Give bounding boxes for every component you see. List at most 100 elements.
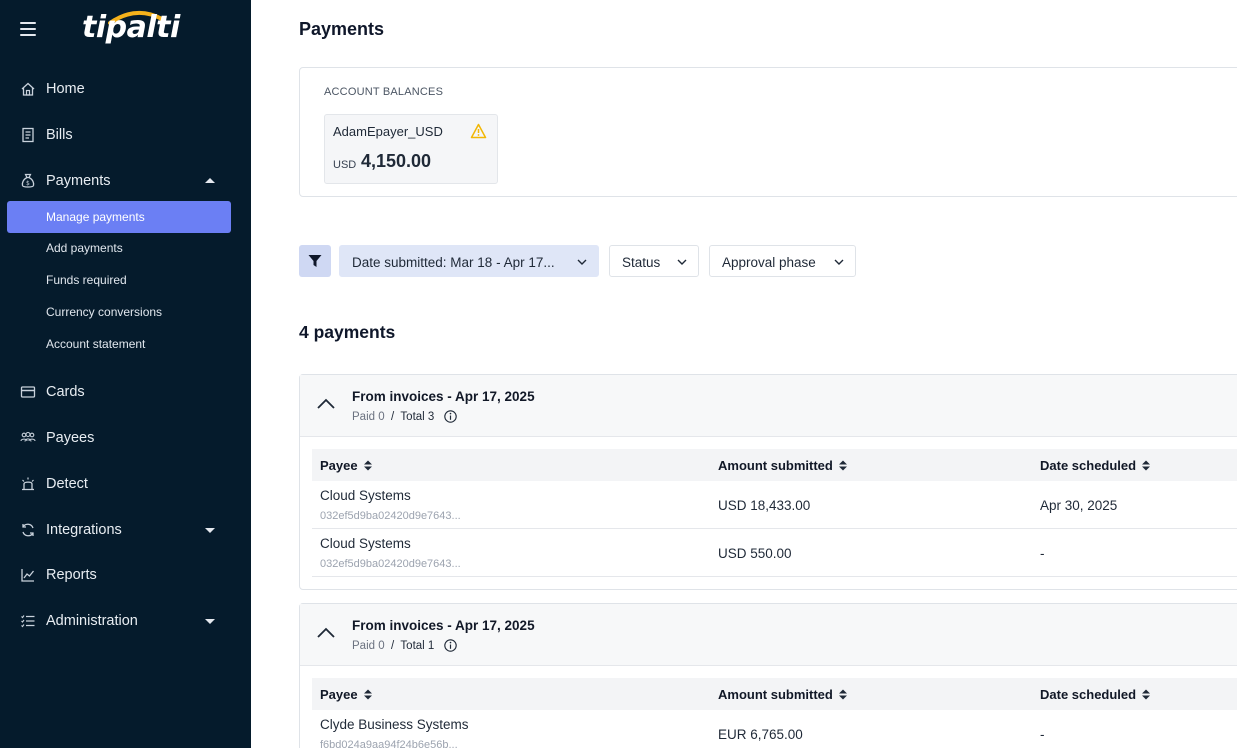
nav-payments[interactable]: $ Payments: [0, 163, 251, 199]
nav-home-label: Home: [46, 81, 85, 97]
paid-count: 0: [378, 640, 385, 652]
table-row[interactable]: Clyde Business Systems f6bd024a9aa94f24b…: [312, 710, 1237, 748]
total-count: 1: [427, 640, 435, 652]
sidebar: tipalti Home Bills $ Payments Manage pay…: [0, 0, 251, 748]
amount-submitted: USD 18,433.00: [718, 498, 811, 513]
payee-id: 032ef5d9ba02420d9e7643...: [320, 558, 461, 570]
caret-up-icon: [205, 178, 215, 183]
table-row[interactable]: Cloud Systems 032ef5d9ba02420d9e7643... …: [312, 529, 1237, 577]
payment-group: From invoices - Apr 17, 2025 Paid 0 / To…: [299, 374, 1237, 590]
nav-reports-label: Reports: [46, 567, 97, 583]
subnav-funds-required[interactable]: Funds required: [46, 273, 127, 287]
separator: /: [391, 411, 395, 423]
sort-icon: [363, 689, 372, 700]
date-submitted-filter[interactable]: Date submitted: Mar 18 - Apr 17...: [339, 245, 599, 277]
caret-down-icon: [205, 619, 215, 624]
chevron-up-icon[interactable]: [316, 626, 336, 640]
payment-group-header: From invoices - Apr 17, 2025 Paid 0 / To…: [300, 375, 1237, 437]
col-amount-submitted[interactable]: Amount submitted: [718, 458, 847, 473]
filter-icon: [308, 255, 322, 267]
nav-administration-label: Administration: [46, 613, 138, 629]
hamburger-menu-icon[interactable]: [20, 22, 36, 36]
account-name: AdamEpayer_USD: [333, 124, 443, 139]
nav-integrations-label: Integrations: [46, 522, 122, 538]
nav-payments-label: Payments: [46, 173, 111, 189]
amount-submitted: EUR 6,765.00: [718, 727, 803, 742]
approval-phase-filter-label: Approval phase: [722, 255, 816, 270]
total-count: 3: [427, 411, 435, 423]
group-summary: Paid 0 / Total 3: [352, 410, 457, 423]
status-filter-label: Status: [622, 255, 661, 270]
col-payee[interactable]: Payee: [320, 687, 372, 702]
filter-button[interactable]: [299, 245, 331, 277]
page-title: Payments: [299, 19, 385, 39]
group-title: From invoices - Apr 17, 2025: [352, 389, 535, 404]
date-scheduled: Apr 30, 2025: [1040, 498, 1118, 513]
chevron-down-icon: [834, 259, 844, 265]
sort-icon: [1142, 460, 1151, 471]
date-submitted-filter-label: Date submitted: Mar 18 - Apr 17...: [352, 255, 555, 270]
nav-administration[interactable]: Administration: [0, 603, 251, 639]
card-icon: [20, 386, 36, 398]
chevron-down-icon: [677, 259, 687, 265]
payee-name[interactable]: Clyde Business Systems: [320, 717, 469, 732]
paid-label: Paid: [352, 640, 376, 652]
paid-label: Paid: [352, 411, 376, 423]
tipalti-logo[interactable]: tipalti: [82, 10, 180, 45]
col-payee[interactable]: Payee: [320, 458, 372, 473]
col-date-scheduled[interactable]: Date scheduled: [1040, 458, 1151, 473]
subnav-account-statement[interactable]: Account statement: [46, 337, 145, 351]
payment-group: From invoices - Apr 17, 2025 Paid 0 / To…: [299, 603, 1237, 748]
col-date-scheduled[interactable]: Date scheduled: [1040, 687, 1151, 702]
account-balances-heading: ACCOUNT BALANCES: [324, 86, 444, 98]
subnav-currency-conversions[interactable]: Currency conversions: [46, 305, 162, 319]
group-title: From invoices - Apr 17, 2025: [352, 618, 535, 633]
chevron-up-icon[interactable]: [316, 397, 336, 411]
nav-payees[interactable]: Payees: [0, 420, 251, 456]
nav-bills[interactable]: Bills: [0, 117, 251, 153]
payee-name[interactable]: Cloud Systems: [320, 488, 411, 503]
nav-detect[interactable]: Detect: [0, 466, 251, 502]
nav-bills-label: Bills: [46, 127, 73, 143]
table-header: Payee Amount submitted Date scheduled: [312, 449, 1237, 481]
separator: /: [391, 640, 395, 652]
balance-currency: USD: [333, 159, 357, 171]
people-icon: [20, 431, 36, 442]
sort-icon: [838, 460, 847, 471]
table-header: Payee Amount submitted Date scheduled: [312, 678, 1237, 710]
warning-icon[interactable]: [470, 123, 487, 139]
payee-id: 032ef5d9ba02420d9e7643...: [320, 510, 461, 522]
paid-count: 0: [378, 411, 385, 423]
account-balance-tile[interactable]: AdamEpayer_USD USD 4,150.00: [324, 114, 498, 184]
status-filter[interactable]: Status: [609, 245, 699, 277]
sync-icon: [22, 523, 34, 537]
table-row[interactable]: Cloud Systems 032ef5d9ba02420d9e7643... …: [312, 481, 1237, 529]
date-scheduled: -: [1040, 727, 1045, 742]
payee-id: f6bd024a9aa94f24b6e56b...: [320, 739, 458, 748]
subnav-manage-payments[interactable]: Manage payments: [7, 201, 231, 233]
subnav-add-payments[interactable]: Add payments: [46, 241, 123, 255]
payee-name[interactable]: Cloud Systems: [320, 536, 411, 551]
chevron-down-icon: [577, 259, 587, 265]
account-balances-card: ACCOUNT BALANCES AdamEpayer_USD USD 4,15…: [299, 67, 1237, 197]
caret-down-icon: [205, 528, 215, 533]
nav-integrations[interactable]: Integrations: [0, 512, 251, 548]
col-amount-submitted[interactable]: Amount submitted: [718, 687, 847, 702]
nav-home[interactable]: Home: [0, 71, 251, 107]
money-bag-icon: $: [21, 173, 35, 188]
nav-detect-label: Detect: [46, 476, 88, 492]
sort-icon: [363, 460, 372, 471]
svg-text:$: $: [26, 180, 30, 187]
nav-cards-label: Cards: [46, 384, 85, 400]
total-label: Total: [400, 640, 425, 652]
main-content: Payments ACCOUNT BALANCES AdamEpayer_USD…: [251, 0, 1237, 748]
nav-reports[interactable]: Reports: [0, 557, 251, 593]
info-icon[interactable]: [443, 639, 457, 652]
subnav-manage-payments-label: Manage payments: [46, 210, 145, 224]
amount-submitted: USD 550.00: [718, 546, 792, 561]
checklist-icon: [21, 615, 35, 628]
alarm-icon: [22, 477, 34, 491]
approval-phase-filter[interactable]: Approval phase: [709, 245, 856, 277]
info-icon[interactable]: [443, 410, 457, 423]
nav-cards[interactable]: Cards: [0, 374, 251, 410]
